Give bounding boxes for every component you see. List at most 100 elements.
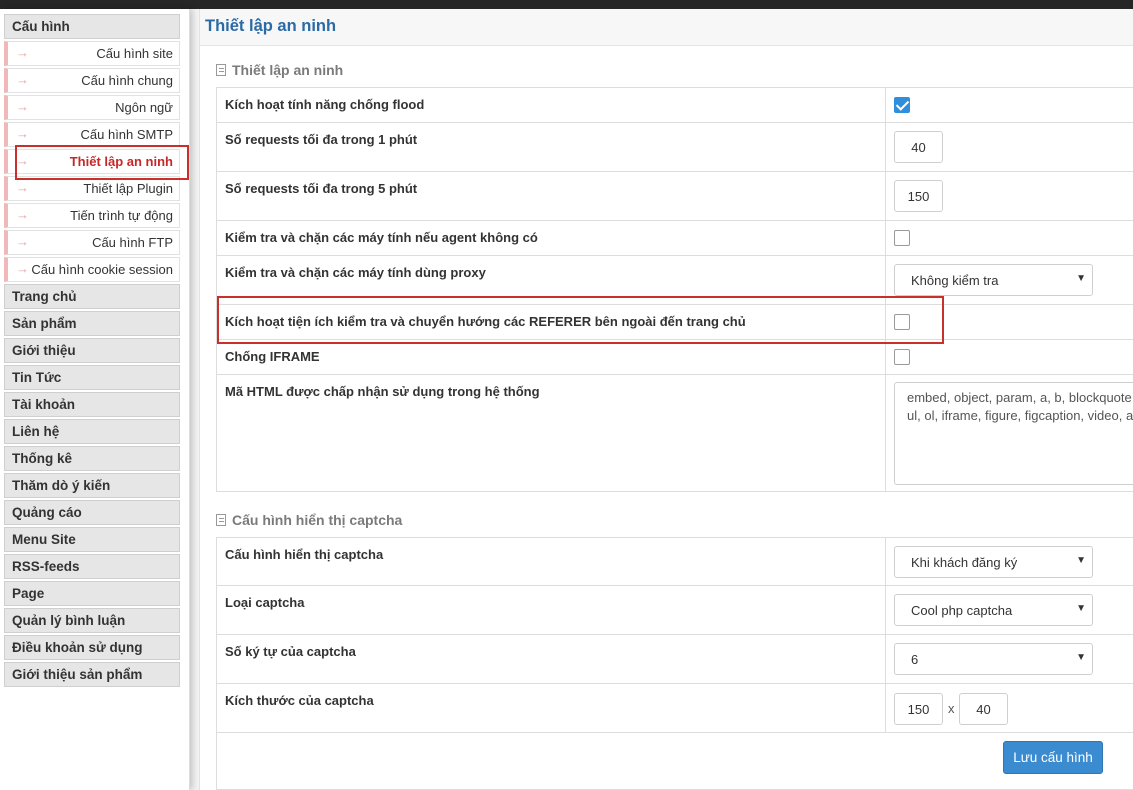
sidebar-sub-item-label: Cấu hình SMTP xyxy=(80,127,174,142)
arrow-right-icon: → xyxy=(16,45,29,60)
allowed-html-line: embed, object, param, a, b, blockquote xyxy=(907,390,1132,405)
sidebar-item-tai-khoan[interactable]: Tài khoản xyxy=(4,392,180,417)
sidebar-sub-item-cau-hinh-smtp[interactable]: → Cấu hình SMTP xyxy=(4,122,180,147)
sidebar-item-rss-feeds[interactable]: RSS-feeds xyxy=(4,554,180,579)
agent-check-label: Kiểm tra và chặn các máy tính nếu agent … xyxy=(225,230,538,245)
row-requests-5-minutes: Số requests tối đa trong 5 phút 150 xyxy=(216,172,1133,221)
iframe-checkbox[interactable] xyxy=(894,349,910,365)
main-content: Thiết lập an ninh Thiết lập an ninh Kích… xyxy=(199,9,1133,790)
sidebar-item-lien-he[interactable]: Liên hệ xyxy=(4,419,180,444)
security-section-title: Thiết lập an ninh xyxy=(216,62,343,78)
column-divider xyxy=(885,375,886,491)
row-captcha-size: Kích thước của captcha 150 x 40 xyxy=(216,684,1133,733)
sidebar-sub-item-tien-trinh-tu-dong[interactable]: → Tiến trình tự động xyxy=(4,203,180,228)
proxy-check-value: Không kiểm tra xyxy=(911,273,999,288)
sidebar-item-quan-ly-binh-luan[interactable]: Quản lý bình luận xyxy=(4,608,180,633)
sidebar-item-dieu-khoan-su-dung[interactable]: Điều khoản sử dụng xyxy=(4,635,180,660)
captcha-display-label: Cấu hình hiển thị captcha xyxy=(225,547,384,562)
row-actions xyxy=(216,733,1133,790)
sidebar-sub-item-label: Ngôn ngữ xyxy=(115,100,173,115)
sidebar-item-menu-site[interactable]: Menu Site xyxy=(4,527,180,552)
captcha-chars-value: 6 xyxy=(911,652,919,667)
page-header: Thiết lập an ninh xyxy=(200,9,1133,46)
arrow-right-icon: → xyxy=(16,72,29,87)
column-divider xyxy=(885,123,886,171)
sidebar-header-cau-hinh[interactable]: Cấu hình xyxy=(4,14,180,39)
caret-down-icon: ▼ xyxy=(1076,555,1086,566)
row-captcha-type: Loại captcha Cool php captcha ▼ xyxy=(216,586,1133,635)
sidebar-sub-item-label: Thiết lập Plugin xyxy=(83,181,173,196)
sidebar-sub-item-label: Cấu hình chung xyxy=(81,73,173,88)
captcha-type-label: Loại captcha xyxy=(225,595,305,610)
row-captcha-chars: Số ký tự của captcha 6 ▼ xyxy=(216,635,1133,684)
save-button[interactable]: Lưu cấu hình xyxy=(1003,741,1103,774)
sidebar-item-tham-do-y-kien[interactable]: Thăm dò ý kiến xyxy=(4,473,180,498)
sidebar-item-trang-chu[interactable]: Trang chủ xyxy=(4,284,180,309)
row-allowed-html: Mã HTML được chấp nhận sử dụng trong hệ … xyxy=(216,375,1133,492)
column-divider xyxy=(885,538,886,585)
column-divider xyxy=(885,88,886,122)
column-divider xyxy=(885,172,886,220)
allowed-html-textarea[interactable]: embed, object, param, a, b, blockquote u… xyxy=(894,382,1133,485)
row-agent-check: Kiểm tra và chặn các máy tính nếu agent … xyxy=(216,221,1133,256)
sidebar-sub-item-thiet-lap-an-ninh[interactable]: → Thiết lập an ninh xyxy=(4,149,180,174)
sidebar-sub-item-cau-hinh-site[interactable]: → Cấu hình site xyxy=(4,41,180,66)
arrow-right-icon: → xyxy=(16,207,29,222)
captcha-type-value: Cool php captcha xyxy=(911,603,1013,618)
sidebar-sub-item-cau-hinh-chung[interactable]: → Cấu hình chung xyxy=(4,68,180,93)
allowed-html-line: ul, ol, iframe, figure, figcaption, vide… xyxy=(907,408,1133,423)
column-divider xyxy=(885,340,886,374)
sidebar-sub-item-ngon-ngu[interactable]: → Ngôn ngữ xyxy=(4,95,180,120)
sidebar-item-quang-cao[interactable]: Quảng cáo xyxy=(4,500,180,525)
captcha-display-select[interactable]: Khi khách đăng ký ▼ xyxy=(894,546,1093,578)
sidebar-sub-item-label: Cấu hình FTP xyxy=(92,235,173,250)
captcha-section-title: Cấu hình hiển thị captcha xyxy=(216,512,402,528)
captcha-size-label: Kích thước của captcha xyxy=(225,693,374,708)
sidebar-sub-item-thiet-lap-plugin[interactable]: → Thiết lập Plugin xyxy=(4,176,180,201)
sidebar-sub-item-label: Thiết lập an ninh xyxy=(69,154,173,169)
row-referer-check: Kích hoạt tiện ích kiểm tra và chuyển hư… xyxy=(216,305,1133,340)
sidebar-sub-item-cau-hinh-cookie-session[interactable]: → Cấu hình cookie session xyxy=(4,257,180,282)
column-divider xyxy=(885,684,886,732)
page-title: Thiết lập an ninh xyxy=(205,17,337,35)
requests-5-minutes-input[interactable]: 150 xyxy=(894,180,943,212)
top-bar xyxy=(0,0,1133,9)
document-icon xyxy=(216,514,226,526)
proxy-check-select[interactable]: Không kiểm tra ▼ xyxy=(894,264,1093,296)
captcha-display-value: Khi khách đăng ký xyxy=(911,555,1018,570)
sidebar-item-gioi-thieu[interactable]: Giới thiệu xyxy=(4,338,180,363)
proxy-check-label: Kiểm tra và chặn các máy tính dùng proxy xyxy=(225,265,486,280)
sidebar-item-gioi-thieu-san-pham[interactable]: Giới thiệu sản phẩm xyxy=(4,662,180,687)
referer-check-checkbox[interactable] xyxy=(894,314,910,330)
agent-check-checkbox[interactable] xyxy=(894,230,910,246)
sidebar-sub-item-cau-hinh-ftp[interactable]: → Cấu hình FTP xyxy=(4,230,180,255)
captcha-chars-select[interactable]: 6 ▼ xyxy=(894,643,1093,675)
arrow-right-icon: → xyxy=(16,180,29,195)
sidebar-sub-item-label: Tiến trình tự động xyxy=(70,208,173,223)
sidebar-item-page[interactable]: Page xyxy=(4,581,180,606)
sidebar-sub-item-label: Cấu hình cookie session xyxy=(31,262,173,277)
sidebar-sub-item-label: Cấu hình site xyxy=(96,46,173,61)
column-divider xyxy=(885,221,886,255)
requests-1-minute-input[interactable]: 40 xyxy=(894,131,943,163)
security-section-title-text: Thiết lập an ninh xyxy=(232,62,344,78)
arrow-right-icon: → xyxy=(16,261,29,276)
captcha-height-input[interactable]: 40 xyxy=(959,693,1008,725)
requests-1-minute-label: Số requests tối đa trong 1 phút xyxy=(225,132,418,147)
caret-down-icon: ▼ xyxy=(1076,652,1086,663)
caret-down-icon: ▼ xyxy=(1076,603,1086,614)
row-flood: Kích hoạt tính năng chống flood xyxy=(216,87,1133,123)
caret-down-icon: ▼ xyxy=(1076,273,1086,284)
captcha-type-select[interactable]: Cool php captcha ▼ xyxy=(894,594,1093,626)
sidebar-item-san-pham[interactable]: Sản phẩm xyxy=(4,311,180,336)
captcha-width-input[interactable]: 150 xyxy=(894,693,943,725)
row-proxy-check: Kiểm tra và chặn các máy tính dùng proxy… xyxy=(216,256,1133,305)
flood-label: Kích hoạt tính năng chống flood xyxy=(225,97,425,112)
captcha-section-title-text: Cấu hình hiển thị captcha xyxy=(232,512,403,528)
sidebar-item-thong-ke[interactable]: Thống kê xyxy=(4,446,180,471)
document-icon xyxy=(216,64,226,76)
sidebar-item-tin-tuc[interactable]: Tin Tức xyxy=(4,365,180,390)
flood-checkbox[interactable] xyxy=(894,97,910,113)
requests-5-minutes-label: Số requests tối đa trong 5 phút xyxy=(225,181,418,196)
column-divider xyxy=(885,635,886,683)
